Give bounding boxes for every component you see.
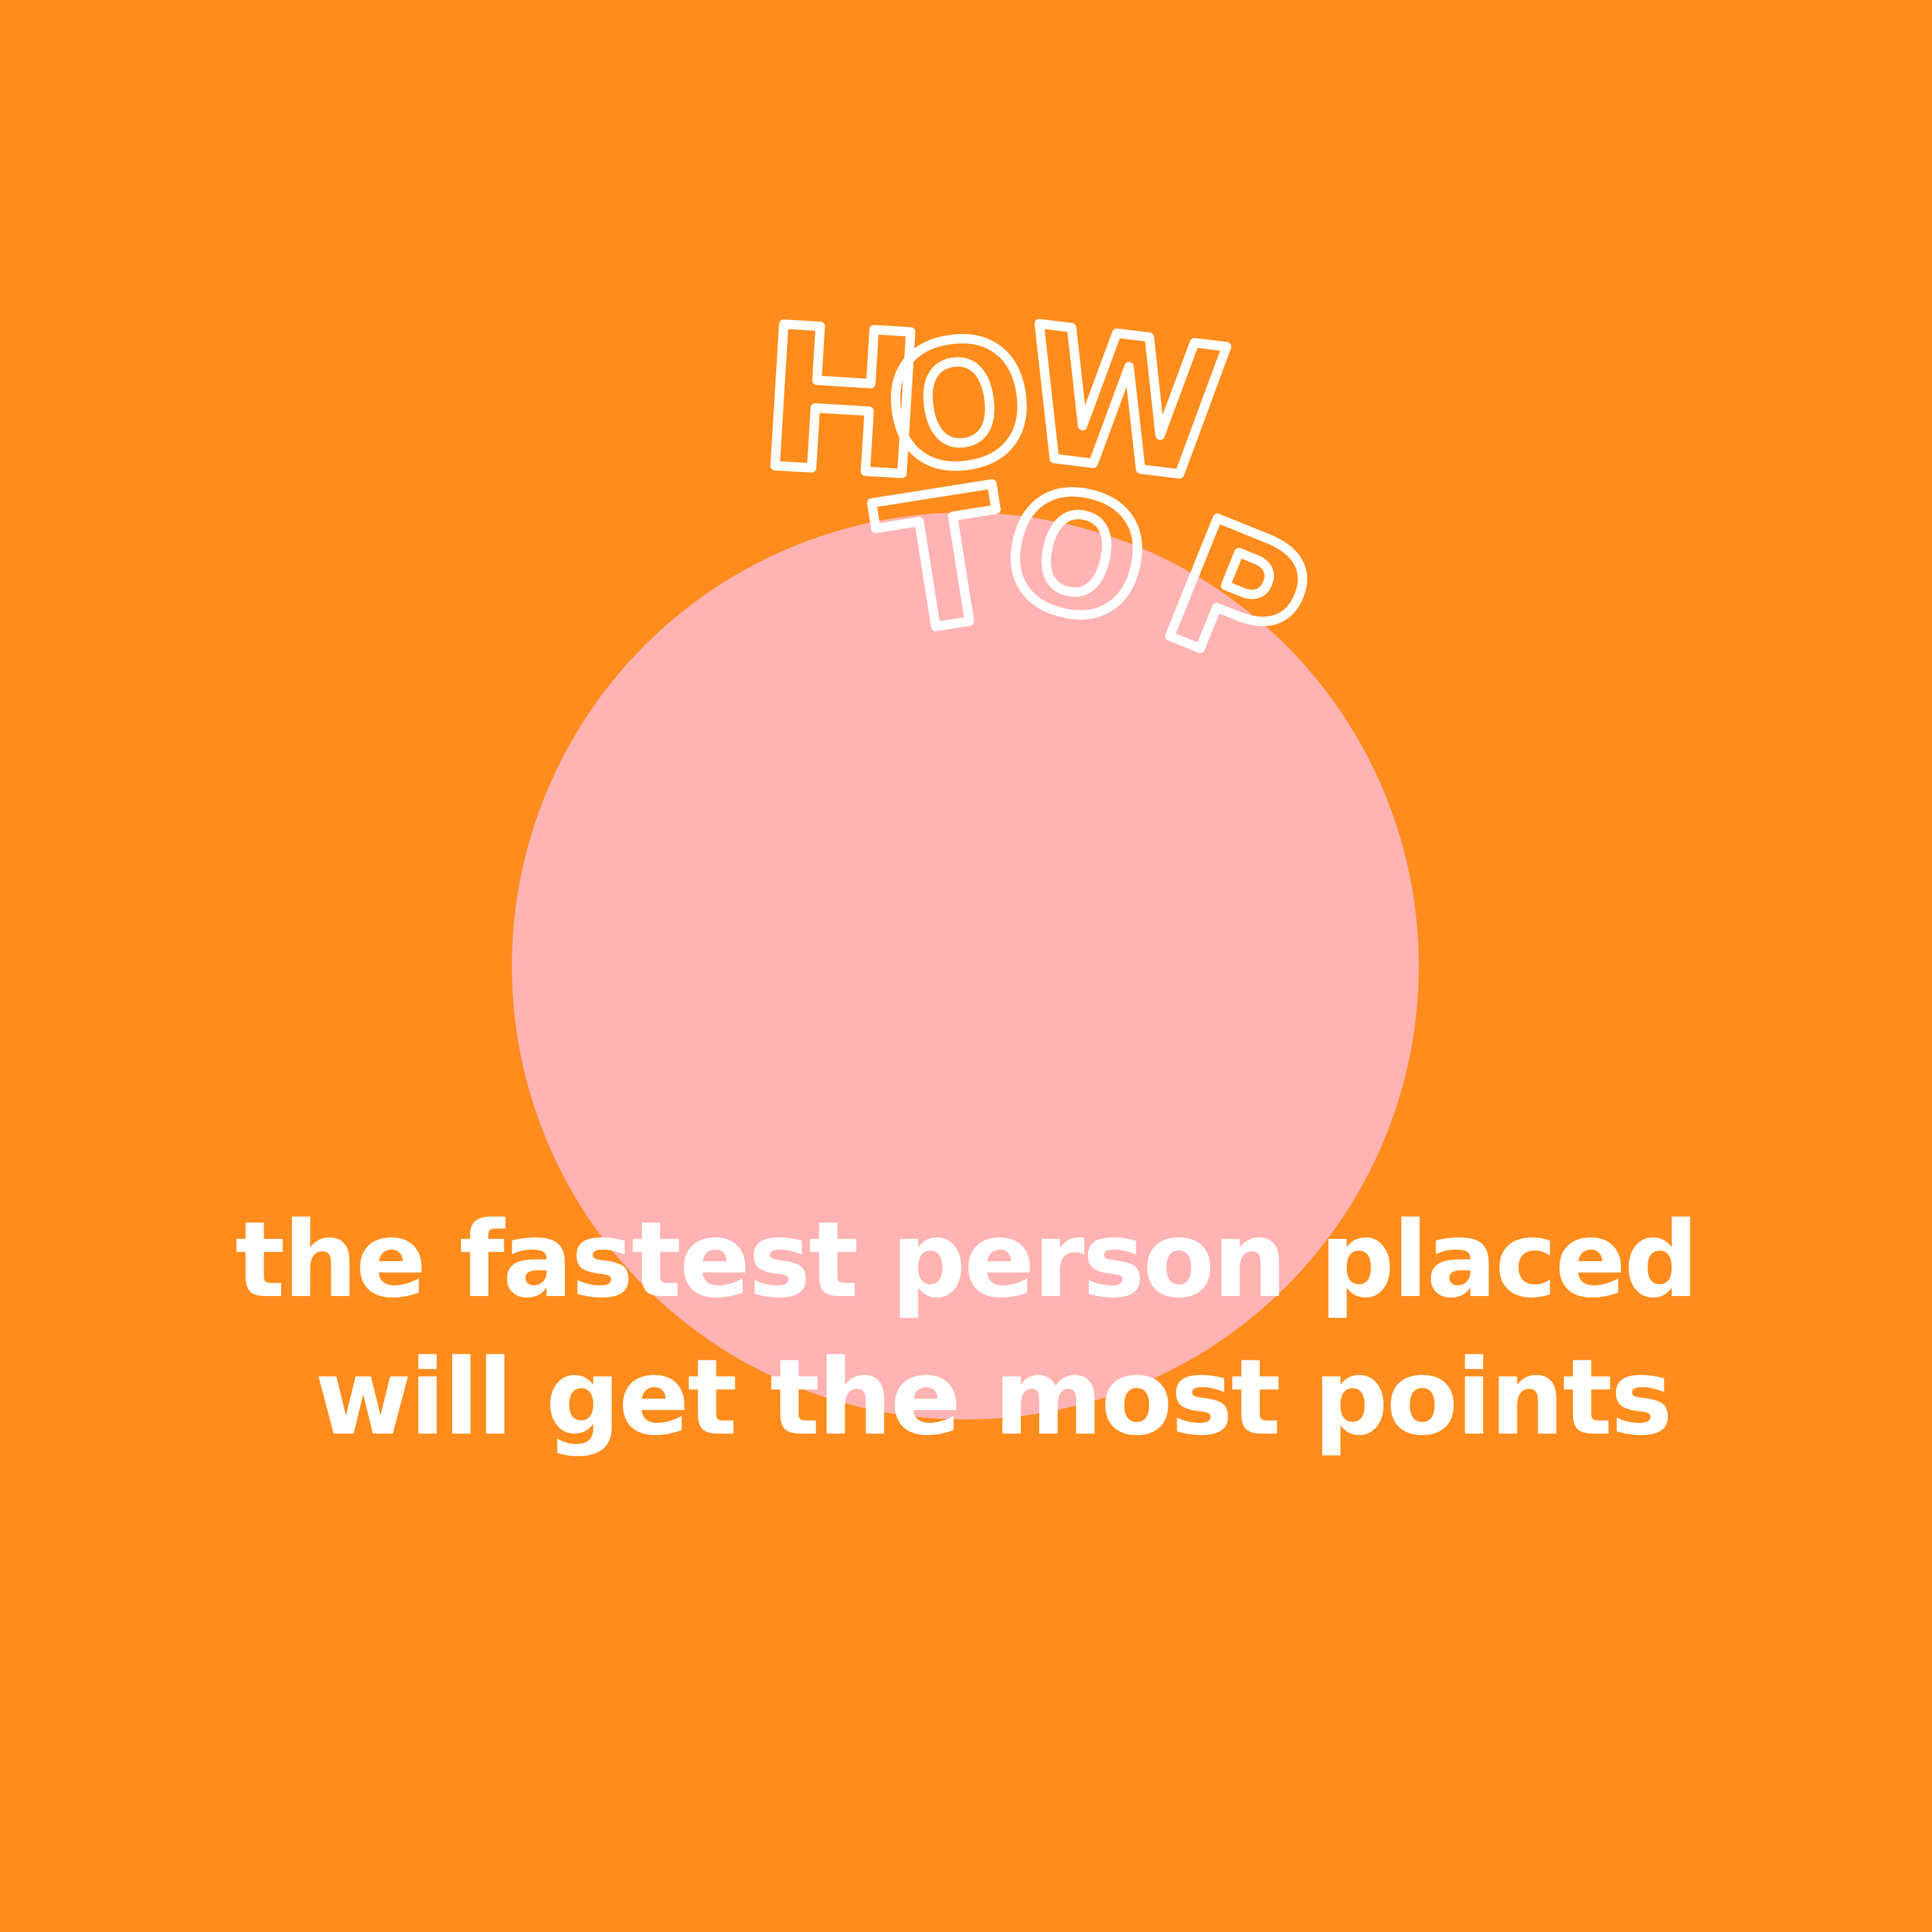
headline: H O W T O P — [750, 280, 1339, 721]
body-text-line-2: will get the most points — [315, 1336, 1672, 1458]
headline-letter: P — [1139, 481, 1334, 716]
headline-word-1: H O W — [750, 280, 1242, 526]
body-text-line-1: the fastest person placed — [235, 1199, 1699, 1321]
headline-word-2: T O P — [861, 443, 1338, 721]
